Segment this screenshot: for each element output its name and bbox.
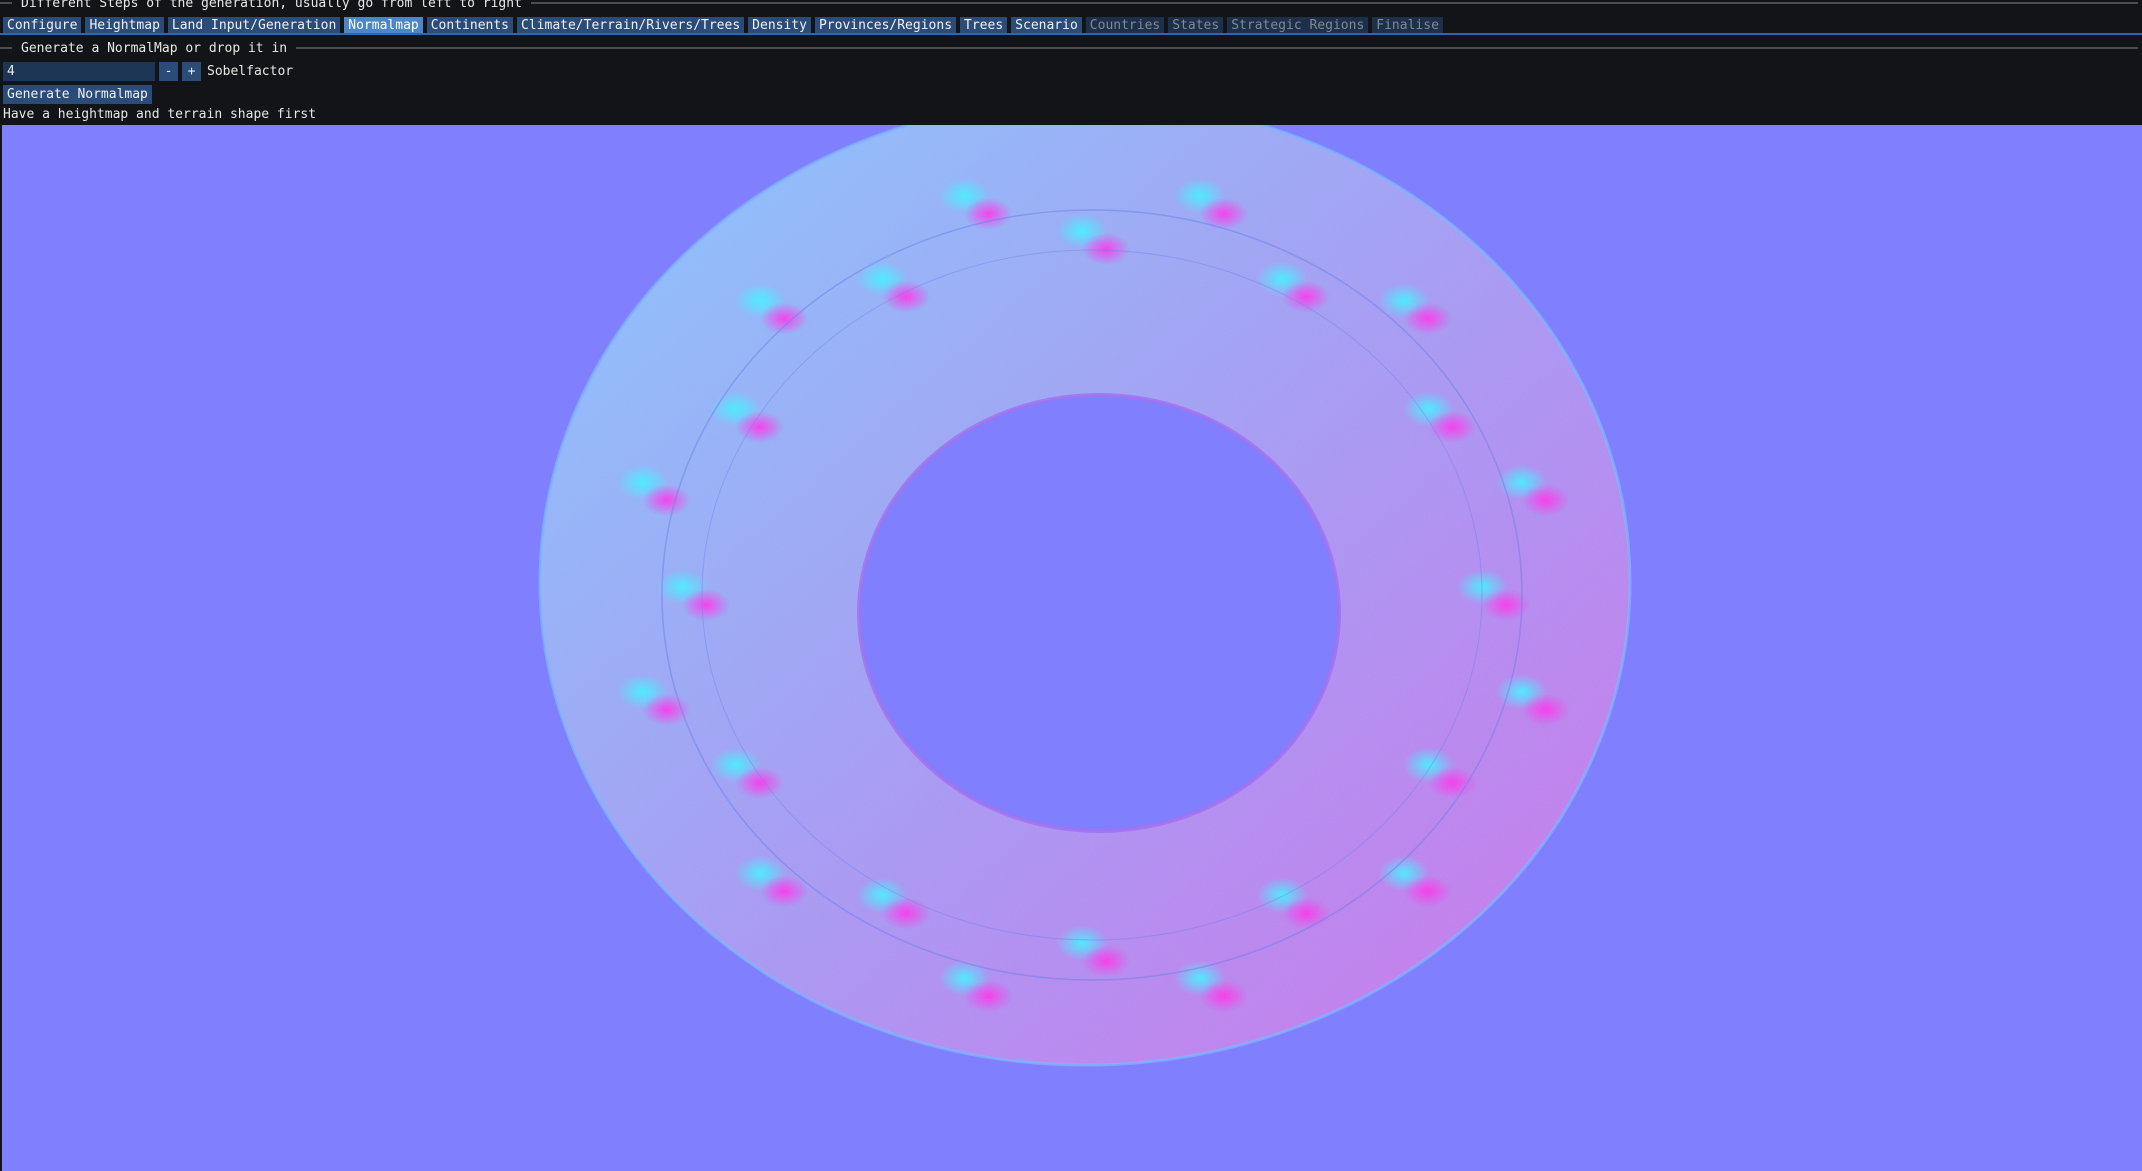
separator-line (0, 47, 12, 49)
generate-normalmap-button[interactable]: Generate Normalmap (3, 85, 152, 104)
sobelfactor-input[interactable]: 4 (3, 62, 155, 81)
normalmap-image (2, 125, 2142, 1171)
sobelfactor-label: Sobelfactor (207, 64, 294, 79)
tab-bar-underline (0, 33, 2142, 35)
generation-steps-title: Different Steps of the generation, usual… (21, 0, 522, 11)
separator-line (296, 47, 2138, 49)
tab-finalise: Finalise (1372, 17, 1443, 34)
tab-climate-terrain-rivers-trees[interactable]: Climate/Terrain/Rivers/Trees (517, 17, 745, 34)
tab-provinces-regions[interactable]: Provinces/Regions (814, 17, 957, 34)
tab-heightmap[interactable]: Heightmap (85, 17, 164, 34)
steps-tab-bar: Configure Heightmap Land Input/Generation N… (3, 17, 2142, 34)
separator-line (0, 2, 12, 4)
sobelfactor-decrement-button[interactable]: - (159, 62, 178, 81)
normalmap-section-title: Generate a NormalMap or drop it in (21, 40, 288, 56)
tab-trees[interactable]: Trees (960, 17, 1008, 34)
normalmap-hint-text: Have a heightmap and terrain shape first (3, 107, 317, 122)
tab-countries: Countries (1085, 17, 1165, 34)
separator-line (530, 2, 2138, 4)
terrain-ring (2, 125, 2142, 1171)
tab-density[interactable]: Density (748, 17, 811, 34)
sobelfactor-increment-button[interactable]: + (182, 62, 201, 81)
tab-continents[interactable]: Continents (426, 17, 514, 34)
tab-land-input-generation[interactable]: Land Input/Generation (167, 17, 341, 34)
tab-states: States (1168, 17, 1224, 34)
tab-configure[interactable]: Configure (3, 17, 82, 34)
normalmap-section-header: Generate a NormalMap or drop it in (0, 40, 2142, 56)
tab-normalmap[interactable]: Normalmap (344, 17, 423, 34)
normalmap-viewport[interactable] (2, 125, 2142, 1171)
tab-scenario[interactable]: Scenario (1011, 17, 1082, 34)
tab-strategic-regions: Strategic Regions (1227, 17, 1369, 34)
sobelfactor-row: 4 - + Sobelfactor (3, 62, 293, 81)
generation-steps-header: Different Steps of the generation, usual… (0, 0, 2142, 11)
